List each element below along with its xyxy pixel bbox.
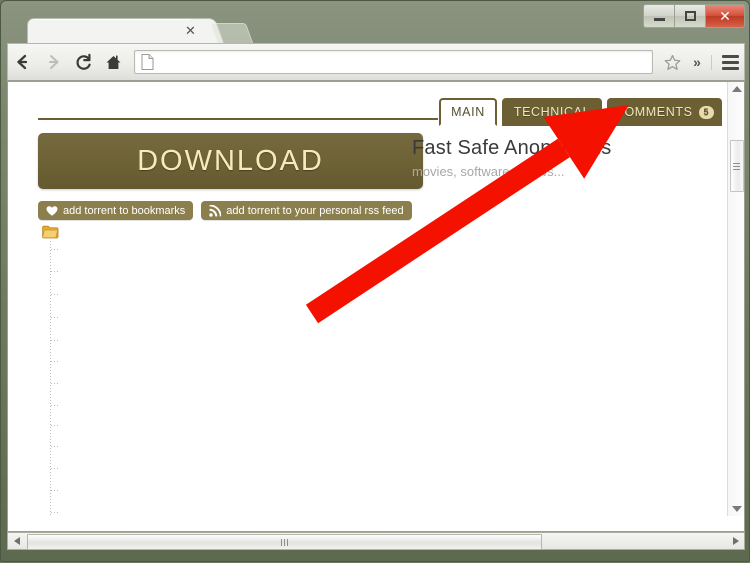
tab-close-icon[interactable]: ✕ xyxy=(183,24,198,39)
file-tree-branch xyxy=(51,512,60,513)
file-tree-branch xyxy=(51,446,60,447)
folder-icon[interactable] xyxy=(42,225,59,239)
toolbar-overflow-button[interactable]: » xyxy=(685,54,709,70)
scroll-left-arrow-icon xyxy=(13,537,20,545)
file-tree-branch xyxy=(51,271,60,272)
browser-toolbar: » xyxy=(7,43,745,81)
tab-technical-label: TECHNICAL xyxy=(513,105,591,119)
download-button-label: DOWNLOAD xyxy=(137,144,324,177)
tab-main-label: MAIN xyxy=(451,105,485,119)
forward-button[interactable] xyxy=(38,47,68,77)
browser-tab-strip: ✕ xyxy=(1,18,750,46)
scroll-right-arrow-icon xyxy=(732,537,739,545)
bookmark-star-button[interactable] xyxy=(659,54,685,71)
file-tree-branch xyxy=(51,383,60,384)
rss-icon xyxy=(209,203,222,217)
thumb-grip-line xyxy=(287,538,288,546)
thumb-grip-line xyxy=(284,538,285,546)
file-tree-branch xyxy=(51,468,60,469)
horizontal-scrollbar-track[interactable] xyxy=(25,533,727,550)
back-arrow-icon xyxy=(17,54,28,70)
tab-technical[interactable]: TECHNICAL xyxy=(502,98,602,126)
thumb-grip-line xyxy=(733,163,740,164)
add-to-rss-label: add torrent to your personal rss feed xyxy=(226,204,404,217)
download-button[interactable]: DOWNLOAD xyxy=(38,133,423,189)
scroll-down-arrow-icon[interactable] xyxy=(732,506,742,512)
page-subheadline: movies, software, shows... xyxy=(412,164,565,179)
action-chip-row: add torrent to bookmarks add torrent to … xyxy=(38,201,412,220)
site-tab-bar: MAIN TECHNICAL COMMENTS 5 xyxy=(8,90,729,126)
comments-count-badge: 5 xyxy=(698,105,715,119)
vertical-scrollbar-thumb[interactable] xyxy=(730,140,744,192)
browser-viewport: MAIN TECHNICAL COMMENTS 5 DOWNLOAD Fast … xyxy=(7,81,745,532)
reload-icon xyxy=(75,53,91,70)
file-tree xyxy=(36,225,336,516)
address-bar[interactable] xyxy=(134,50,653,74)
file-tree-branch xyxy=(51,425,60,426)
file-tree-branch xyxy=(51,294,60,295)
url-input[interactable] xyxy=(160,54,646,70)
browser-menu-button[interactable] xyxy=(711,54,744,70)
file-tree-branch xyxy=(51,317,60,318)
file-tree-branch xyxy=(51,361,60,362)
file-tree-branch xyxy=(51,340,60,341)
menu-icon-bar xyxy=(721,54,739,58)
menu-icon-bar xyxy=(721,60,739,64)
scroll-up-arrow-icon[interactable] xyxy=(732,86,742,92)
forward-arrow-icon xyxy=(49,55,59,69)
file-tree-branch xyxy=(51,405,60,406)
thumb-grip-line xyxy=(733,169,740,170)
scroll-left-arrow-button[interactable] xyxy=(8,533,25,549)
home-icon xyxy=(106,54,120,69)
file-tree-branch xyxy=(51,490,60,491)
browser-tab[interactable]: ✕ xyxy=(27,18,209,45)
reload-button[interactable] xyxy=(68,47,98,77)
file-tree-trunk xyxy=(50,241,51,516)
page-document-icon xyxy=(141,54,154,70)
thumb-grip-line xyxy=(281,538,282,546)
tab-main[interactable]: MAIN xyxy=(439,98,497,126)
add-to-rss-chip[interactable]: add torrent to your personal rss feed xyxy=(201,201,412,220)
web-page: MAIN TECHNICAL COMMENTS 5 DOWNLOAD Fast … xyxy=(8,82,729,516)
back-button[interactable] xyxy=(8,47,38,77)
page-headline: Fast Safe Anonymous xyxy=(412,137,612,159)
scroll-right-arrow-button[interactable] xyxy=(727,533,744,549)
tab-comments-label: COMMENTS xyxy=(614,105,693,119)
browser-window: ✕ ✕ » MAIN TECHNICAL COMMENTS 5 DOWNLOAD… xyxy=(0,0,750,562)
tab-comments[interactable]: COMMENTS 5 xyxy=(607,98,722,126)
star-icon xyxy=(664,54,680,70)
add-to-bookmarks-chip[interactable]: add torrent to bookmarks xyxy=(38,201,194,220)
file-tree-branch xyxy=(51,249,60,250)
horizontal-scrollbar[interactable] xyxy=(7,532,745,550)
heart-icon xyxy=(46,205,58,217)
horizontal-scrollbar-thumb[interactable] xyxy=(27,534,542,550)
vertical-scrollbar[interactable] xyxy=(727,82,744,516)
menu-icon-bar xyxy=(721,66,739,70)
thumb-grip-line xyxy=(733,166,740,167)
home-button[interactable] xyxy=(98,47,128,77)
add-to-bookmarks-label: add torrent to bookmarks xyxy=(63,204,186,217)
